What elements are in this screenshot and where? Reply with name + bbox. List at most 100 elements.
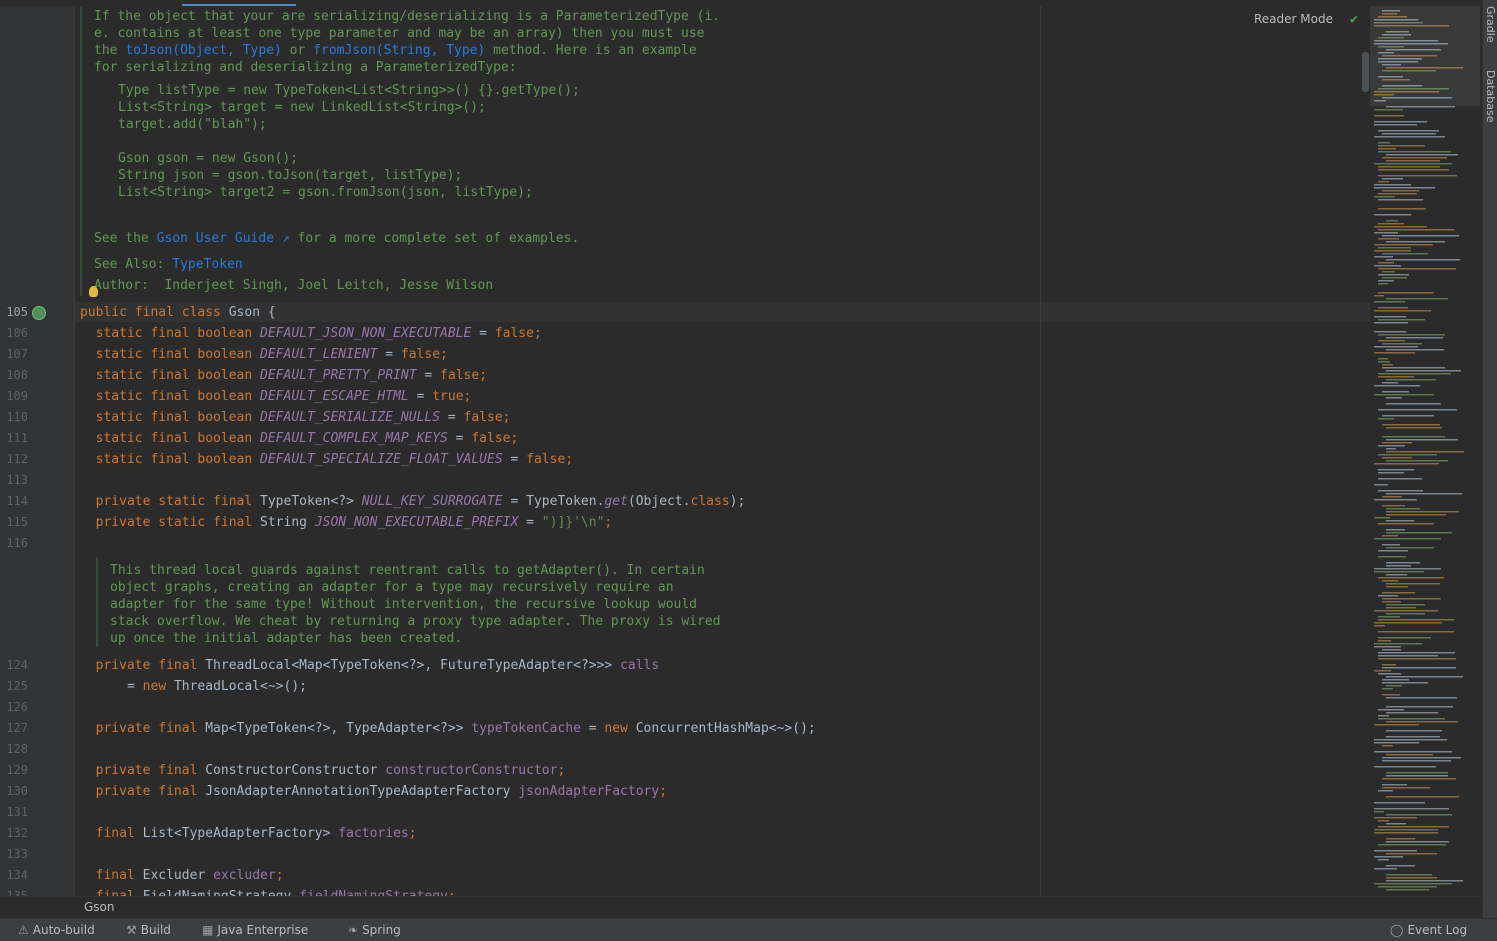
line-number[interactable]: 134 xyxy=(0,867,28,884)
minimap-line xyxy=(1378,151,1451,153)
minimap-line xyxy=(1382,343,1422,345)
line-number[interactable]: 108 xyxy=(0,367,28,384)
line-number[interactable]: 130 xyxy=(0,783,28,800)
code-token: = xyxy=(518,515,542,530)
minimap-line xyxy=(1374,832,1438,834)
line-number[interactable]: 124 xyxy=(0,657,28,674)
lightbulb-icon[interactable] xyxy=(89,286,98,297)
line-number[interactable]: 127 xyxy=(0,720,28,737)
doc-line: stack overflow. We cheat by returning a … xyxy=(110,614,721,629)
line-number[interactable]: 125 xyxy=(0,678,28,695)
java-enterprise-button[interactable]: ▦ Java Enterprise xyxy=(202,923,308,937)
minimap-line xyxy=(1374,568,1441,570)
minimap-line xyxy=(1382,598,1441,600)
minimap-line xyxy=(1374,808,1449,810)
minimap-line xyxy=(1374,766,1436,768)
line-number[interactable]: 111 xyxy=(0,430,28,447)
minimap-line xyxy=(1374,352,1415,354)
code-token: new xyxy=(604,721,636,736)
doc-text: the xyxy=(94,43,126,58)
minimap-line xyxy=(1378,616,1400,618)
minimap-line xyxy=(1374,484,1388,486)
minimap-line xyxy=(1378,166,1440,168)
minimap-line xyxy=(1374,136,1445,138)
minimap-line xyxy=(1374,295,1384,297)
minimap-line xyxy=(1378,169,1449,171)
code-token: ThreadLocal<Map<TypeToken<?>, FutureType… xyxy=(205,658,621,673)
minimap-line xyxy=(1378,556,1406,558)
tool-tab-database[interactable]: Database xyxy=(1484,70,1497,123)
gson-user-guide-link[interactable]: Gson User Guide xyxy=(157,231,274,246)
code-token: static final boolean xyxy=(80,389,261,404)
line-number[interactable]: 128 xyxy=(0,741,28,758)
line-number[interactable]: 113 xyxy=(0,472,28,489)
code-line: static final boolean DEFAULT_ESCAPE_HTML… xyxy=(80,388,472,405)
event-log-button[interactable]: ◯ Event Log xyxy=(1390,923,1467,937)
typetoken-link[interactable]: TypeToken xyxy=(172,257,242,272)
doc-method-link[interactable]: toJson(Object, Type) xyxy=(125,43,282,58)
line-number[interactable]: 131 xyxy=(0,804,28,821)
minimap-line xyxy=(1386,583,1440,585)
minimap-viewport[interactable] xyxy=(1370,6,1480,106)
code-token: ConcurrentHashMap<~>(); xyxy=(635,721,816,736)
line-number[interactable]: 106 xyxy=(0,325,28,342)
line-number[interactable]: 115 xyxy=(0,514,28,531)
doc-line: up once the initial adapter has been cre… xyxy=(110,631,463,646)
doc-comment-bar-mid xyxy=(96,557,98,647)
minimap-line xyxy=(1378,280,1394,282)
code-token: false xyxy=(471,431,511,446)
code-token: = xyxy=(416,368,441,383)
breadcrumb-item[interactable]: Gson xyxy=(84,900,115,914)
minimap-line xyxy=(1386,712,1438,714)
minimap-line xyxy=(1378,418,1394,420)
minimap-line xyxy=(1374,742,1419,744)
code-line: = new ThreadLocal<~>(); xyxy=(80,678,307,695)
minimap-line xyxy=(1386,160,1440,162)
code-token: private final xyxy=(80,721,206,736)
minimap-line xyxy=(1378,274,1409,276)
auto-build-button[interactable]: ⚠ Auto-build xyxy=(18,923,95,937)
editor-scrollbar-thumb[interactable] xyxy=(1362,52,1369,92)
build-button[interactable]: ⚒ Build xyxy=(126,923,171,937)
java-enterprise-icon: ▦ xyxy=(202,923,214,937)
line-number[interactable]: 132 xyxy=(0,825,28,842)
minimap-line xyxy=(1378,199,1423,201)
author-value: Inderjeet Singh, Joel Leitch, Jesse Wils… xyxy=(164,278,494,293)
line-number[interactable]: 105 xyxy=(0,304,28,321)
minimap-line xyxy=(1378,472,1404,474)
auto-build-label: Auto-build xyxy=(32,923,95,937)
minimap-line xyxy=(1378,655,1438,657)
minimap-line xyxy=(1386,529,1405,531)
minimap-line xyxy=(1382,457,1412,459)
code-line: final List<TypeAdapterFactory> factories… xyxy=(80,825,417,842)
line-number[interactable]: 116 xyxy=(0,535,28,552)
code-token: calls xyxy=(620,658,660,673)
line-number[interactable]: 110 xyxy=(0,409,28,426)
line-number[interactable]: 129 xyxy=(0,762,28,779)
line-number[interactable]: 114 xyxy=(0,493,28,510)
code-token: DEFAULT_JSON_NON_EXECUTABLE xyxy=(260,326,472,341)
doc-code-line: List<String> target = new LinkedList<Str… xyxy=(118,100,486,115)
line-number[interactable]: 133 xyxy=(0,846,28,863)
minimap-line xyxy=(1386,796,1459,798)
minimap-line xyxy=(1386,565,1411,567)
minimap-line xyxy=(1386,730,1442,732)
code-token: true xyxy=(432,389,464,404)
minimap-line xyxy=(1374,265,1401,267)
doc-method-link[interactable]: fromJson(String, Type) xyxy=(313,43,485,58)
line-number[interactable]: 112 xyxy=(0,451,28,468)
minimap-line xyxy=(1378,844,1446,846)
inspection-ok-icon[interactable]: ✔ xyxy=(1350,12,1358,27)
code-minimap[interactable] xyxy=(1370,6,1482,896)
minimap-line xyxy=(1382,157,1447,159)
minimap-line xyxy=(1378,631,1454,633)
reader-mode-toggle[interactable]: Reader Mode xyxy=(1254,12,1333,26)
line-number[interactable]: 109 xyxy=(0,388,28,405)
implemented-gutter-icon[interactable] xyxy=(32,306,46,320)
tool-tab-gradle[interactable]: Gradle xyxy=(1484,6,1497,43)
minimap-line xyxy=(1386,706,1453,708)
line-number[interactable]: 126 xyxy=(0,699,28,716)
line-number[interactable]: 107 xyxy=(0,346,28,363)
code-token: (Object. xyxy=(627,494,691,509)
spring-button[interactable]: ❧ Spring xyxy=(348,923,401,937)
